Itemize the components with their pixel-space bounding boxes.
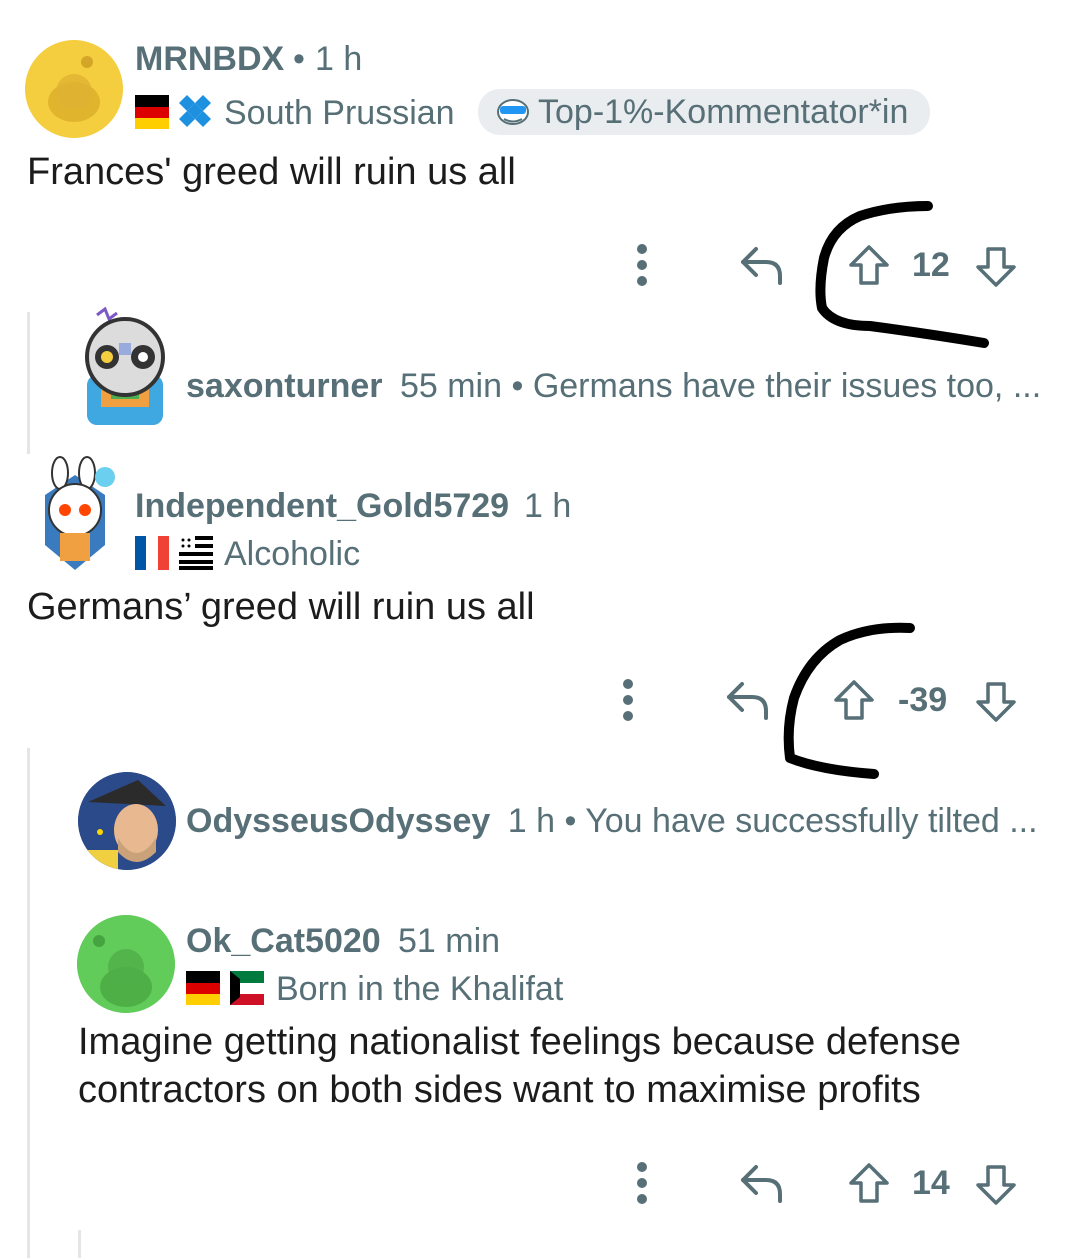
avatar[interactable] [25,455,125,575]
reply-separator: • [564,802,577,840]
avatar[interactable] [78,772,176,870]
comment-body-line: contractors on both sides want to maximi… [78,1069,921,1111]
badge-label: Top-1%-Kommentator*in [538,92,909,131]
top-commenter-badge[interactable]: Top-1%-Kommentator*in [478,89,931,135]
more-options-icon[interactable] [630,243,654,287]
reply-username[interactable]: saxonturner [186,367,383,405]
reply-icon[interactable] [738,243,784,287]
kuwait-flag-icon [230,971,264,1005]
thread-line [27,312,30,454]
avatar[interactable] [75,305,175,430]
france-flag-icon [135,536,169,570]
reply-time: 1 h [507,802,556,840]
comment-body: Frances' greed will ruin us all [27,151,516,193]
germany-flag-icon [186,971,220,1005]
comment-time: 1 h [315,40,363,78]
brittany-flag-icon [179,536,213,570]
reply-preview: Germans have their issues too, ... [532,367,1042,405]
bavaria-flag-icon [179,95,213,129]
more-options-icon[interactable] [630,1161,654,1205]
reply-separator: • [511,367,524,405]
reply-preview: You have successfully tilted ... [585,802,1038,840]
more-options-icon[interactable] [616,678,640,722]
hand-drawn-mark [815,201,989,348]
upvote-icon[interactable] [847,1161,891,1205]
reply-icon[interactable] [738,1161,784,1205]
comment-body: Germans’ greed will ruin us all [27,586,535,628]
user-flair: Born in the Khalifat [276,970,564,1008]
bunny-avatar-icon [45,456,115,570]
comment-username[interactable]: Independent_Gold5729 [135,487,509,526]
downvote-icon[interactable] [974,1163,1018,1207]
comment-separator: • [293,40,305,78]
reply-icon[interactable] [724,678,770,722]
comment-body-line: Imagine getting nationalist feelings bec… [78,1021,962,1063]
user-flair: Alcoholic [224,535,361,573]
collapsed-reply[interactable]: saxonturner 55 min • Germans have their … [186,367,1052,406]
comment-username[interactable]: Ok_Cat5020 [186,922,381,961]
thread-line [27,748,30,1258]
vote-count: 14 [912,1164,950,1202]
reply-time: 55 min [399,367,503,405]
avatar[interactable] [25,40,123,138]
comment-username[interactable]: MRNBDX [135,40,284,79]
collapsed-reply[interactable]: OdysseusOdyssey 1 h • You have successfu… [186,802,1052,841]
comment-time: 51 min [398,922,501,960]
goggles-icon [497,99,529,125]
wizard-avatar-icon [78,772,176,870]
robot-avatar-icon [85,306,165,425]
hand-drawn-mark [783,622,915,779]
comment-time: 1 h [524,487,572,525]
snoo-avatar-icon [25,40,123,138]
germany-flag-icon [135,95,169,129]
downvote-icon[interactable] [974,680,1018,724]
avatar[interactable] [77,915,175,1013]
snoo-avatar-icon [77,915,175,1013]
reply-username[interactable]: OdysseusOdyssey [186,802,490,840]
thread-line [78,1230,81,1258]
user-flair: South Prussian [224,94,455,132]
